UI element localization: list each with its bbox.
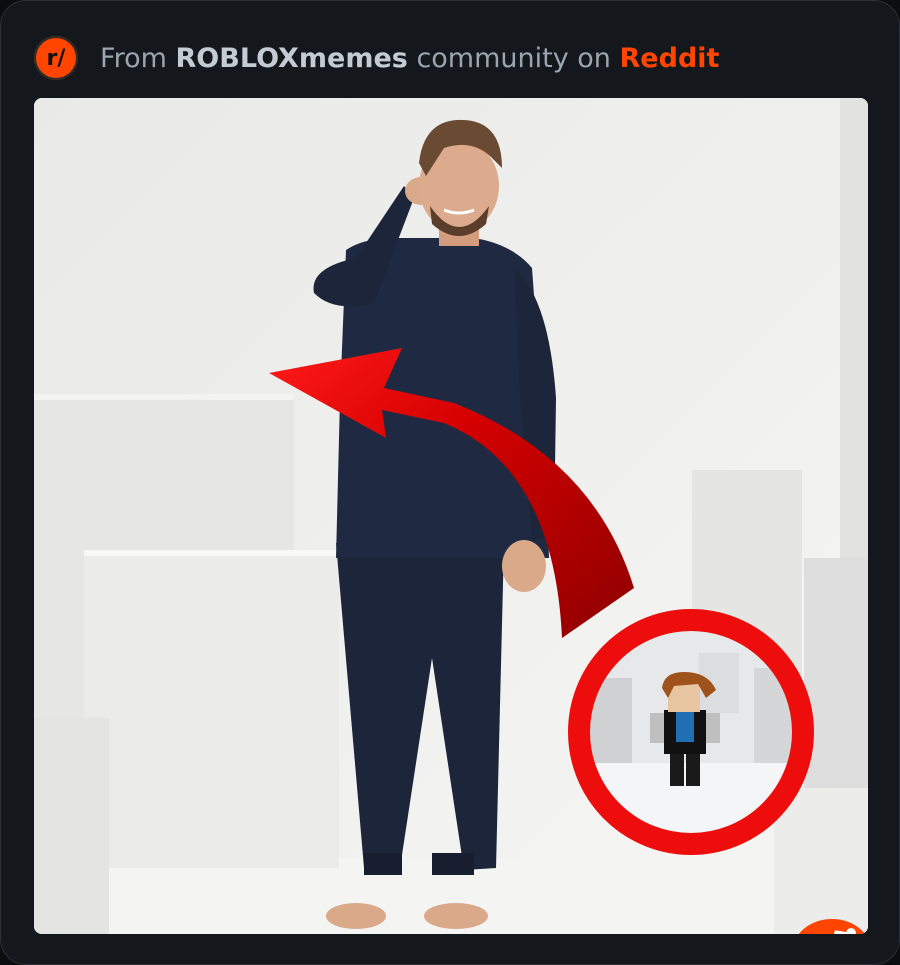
community-link[interactable]: ROBLOXmemes <box>176 43 408 74</box>
source-prefix: From <box>100 42 167 74</box>
source-attribution: From ROBLOXmemes community on Reddit <box>100 43 719 74</box>
subreddit-icon[interactable]: r/ <box>34 36 78 80</box>
subreddit-icon-text: r/ <box>46 45 66 71</box>
meme-illustration <box>34 98 868 934</box>
embed-header: r/ From ROBLOXmemes community on Reddit <box>34 36 719 80</box>
source-middle: community on <box>416 42 611 74</box>
reddit-snoo-icon <box>799 919 865 934</box>
platform-link[interactable]: Reddit <box>620 43 720 74</box>
embed-card: r/ From ROBLOXmemes community on Reddit <box>0 0 900 965</box>
highlight-circle <box>568 609 814 855</box>
post-image[interactable] <box>34 98 868 934</box>
